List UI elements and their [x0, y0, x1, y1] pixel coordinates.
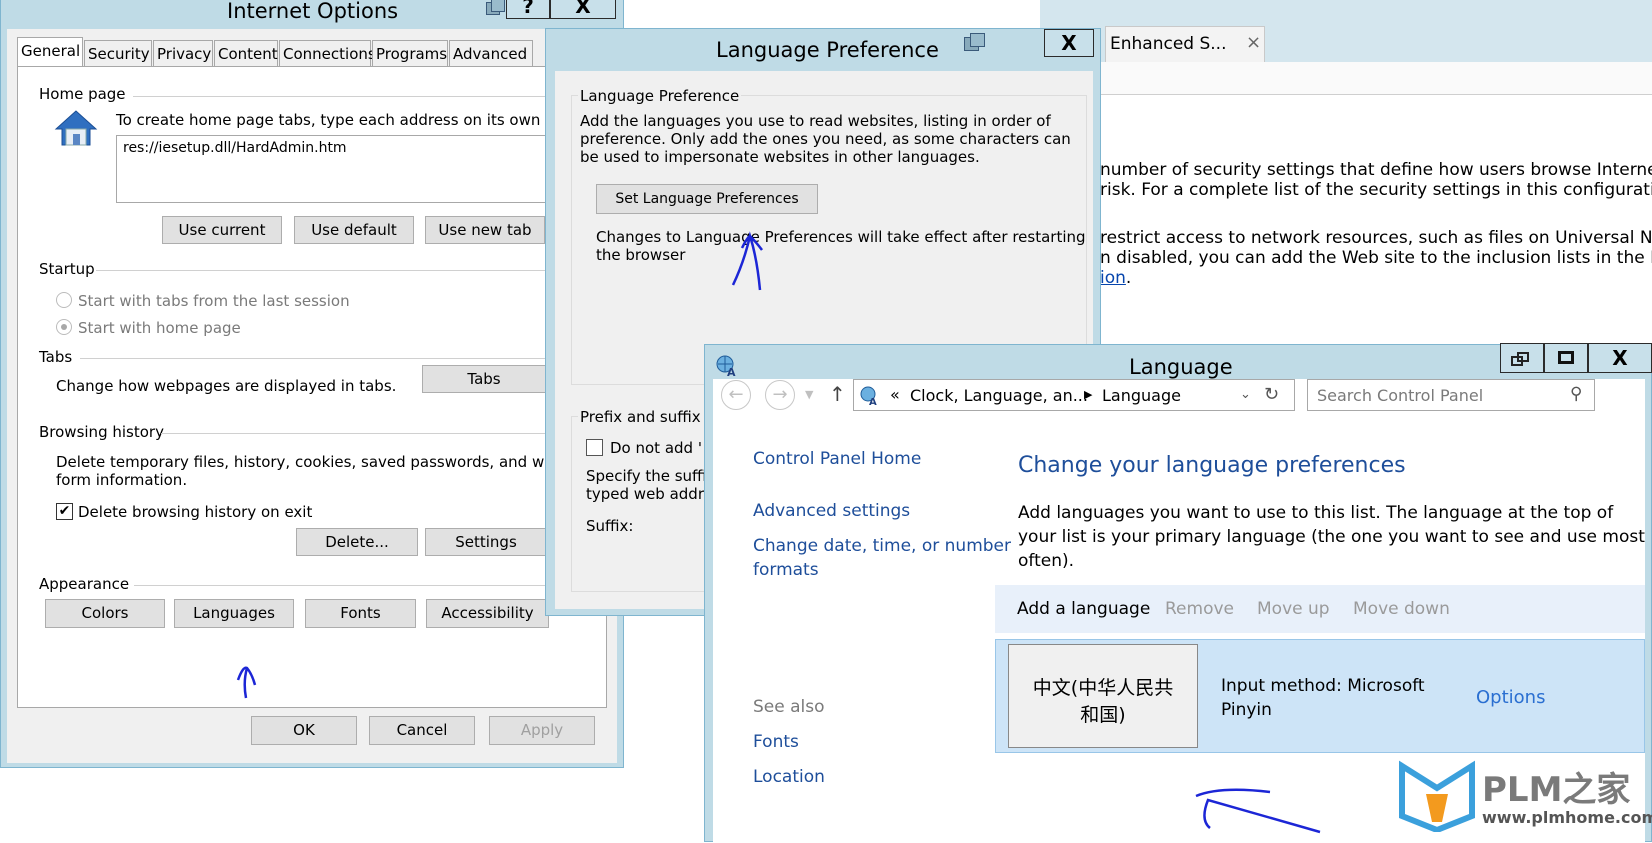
arrow-language-item — [1195, 788, 1321, 834]
watermark-brand: PLM之家 — [1482, 770, 1631, 810]
watermark-url: www.plmhome.com — [1482, 808, 1652, 827]
plm-logo-icon — [1399, 760, 1475, 832]
annotation-arrows — [236, 231, 1321, 834]
arrow-languages — [236, 666, 257, 699]
arrow-set-language — [731, 231, 763, 291]
watermark: PLM之家 www.plmhome.com — [1398, 752, 1652, 840]
